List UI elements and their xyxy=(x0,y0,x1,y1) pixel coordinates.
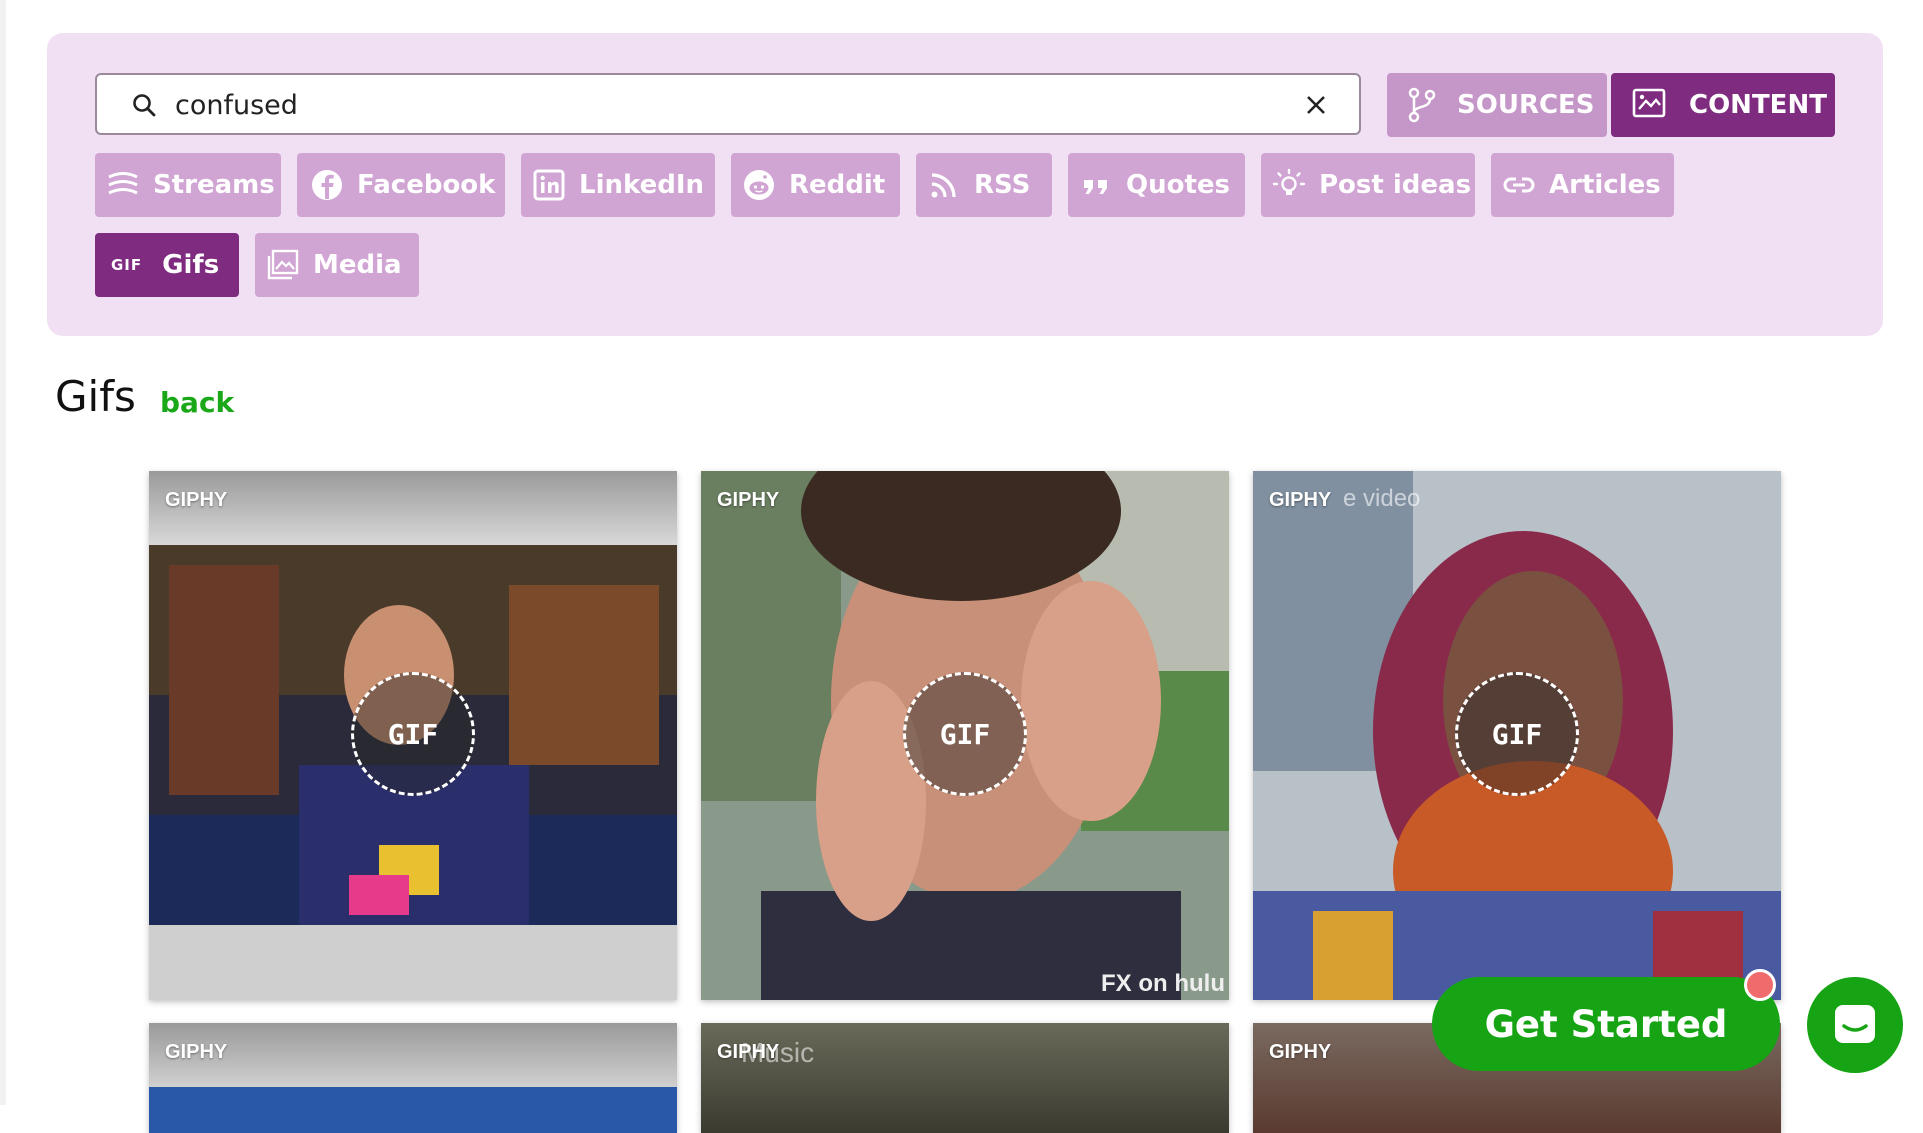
chip-label: Gifs xyxy=(162,250,220,280)
section-title: Gifs xyxy=(55,372,136,421)
gif-badge: GIF xyxy=(351,672,475,796)
reddit-icon xyxy=(741,167,777,203)
page-edge xyxy=(0,0,6,1105)
search-icon xyxy=(133,94,156,117)
source-label: GIPHY xyxy=(717,489,780,511)
chip-label: Articles xyxy=(1549,170,1661,200)
chip-quotes[interactable]: Quotes xyxy=(1068,153,1245,217)
chip-label: Facebook xyxy=(357,170,496,200)
gif-icon: GIF xyxy=(111,256,143,274)
gif-badge: GIF xyxy=(903,672,1027,796)
search-input[interactable] xyxy=(175,83,1235,127)
chip-facebook[interactable]: Facebook xyxy=(297,153,505,217)
chat-icon xyxy=(1835,1005,1875,1043)
overlay-text: Music xyxy=(741,1037,815,1068)
chip-post-ideas[interactable]: Post ideas xyxy=(1261,153,1475,217)
search-box[interactable] xyxy=(95,73,1361,135)
chip-gifs[interactable]: GIF Gifs xyxy=(95,233,239,297)
rss-icon xyxy=(926,167,962,203)
sources-label: SOURCES xyxy=(1457,90,1595,120)
chip-articles[interactable]: Articles xyxy=(1491,153,1674,217)
source-label: GIPHY xyxy=(1269,1041,1332,1063)
watermark: FX on hulu xyxy=(1101,970,1225,997)
chip-streams[interactable]: Streams xyxy=(95,153,281,217)
chat-launcher-button[interactable] xyxy=(1807,977,1903,1073)
gif-card[interactable]: GIPHY GIF xyxy=(149,471,677,1000)
gif-card[interactable]: GIPHY xyxy=(149,1023,677,1133)
overlay-text: e video xyxy=(1343,485,1421,512)
content-button[interactable]: CONTENT xyxy=(1611,73,1835,137)
card-header: GIPHY xyxy=(1253,471,1781,545)
gif-card[interactable]: GIPHY GIF FX on hulu xyxy=(701,471,1229,1000)
quotes-icon xyxy=(1078,167,1114,203)
branch-icon xyxy=(1408,87,1436,123)
chip-rss[interactable]: RSS xyxy=(916,153,1052,217)
card-header: GIPHY xyxy=(701,471,1229,545)
get-started-button[interactable]: Get Started xyxy=(1432,977,1780,1071)
chip-reddit[interactable]: Reddit xyxy=(731,153,900,217)
source-label: GIPHY xyxy=(1269,489,1332,511)
card-header: GIPHY xyxy=(149,1023,677,1097)
chip-label: Streams xyxy=(153,170,275,200)
lightbulb-icon xyxy=(1271,167,1307,203)
chip-label: LinkedIn xyxy=(579,170,705,200)
gif-badge: GIF xyxy=(1455,672,1579,796)
gif-card[interactable]: GIPHY Music xyxy=(701,1023,1229,1133)
streams-icon xyxy=(105,167,141,203)
image-icon xyxy=(265,247,301,283)
back-link[interactable]: back xyxy=(160,386,234,419)
chip-media[interactable]: Media xyxy=(255,233,419,297)
chip-label: Media xyxy=(313,250,402,280)
chip-label: Post ideas xyxy=(1319,170,1472,200)
content-label: CONTENT xyxy=(1689,90,1827,120)
gif-image xyxy=(149,1087,677,1133)
facebook-icon xyxy=(309,167,345,203)
clear-icon[interactable] xyxy=(1303,92,1329,118)
notification-dot xyxy=(1744,969,1776,1001)
linkedin-icon xyxy=(531,167,567,203)
card-header: GIPHY xyxy=(149,471,677,545)
image-frame-icon xyxy=(1632,88,1666,118)
chip-label: Quotes xyxy=(1126,170,1231,200)
gif-card[interactable]: GIPHY e video GIF xyxy=(1253,471,1781,1000)
source-label: GIPHY xyxy=(165,1041,228,1063)
source-label: GIPHY xyxy=(165,489,228,511)
chip-linkedin[interactable]: LinkedIn xyxy=(521,153,715,217)
chip-label: Reddit xyxy=(789,170,886,200)
link-icon xyxy=(1501,167,1537,203)
sources-button[interactable]: SOURCES xyxy=(1387,73,1607,137)
chip-label: RSS xyxy=(974,170,1031,200)
